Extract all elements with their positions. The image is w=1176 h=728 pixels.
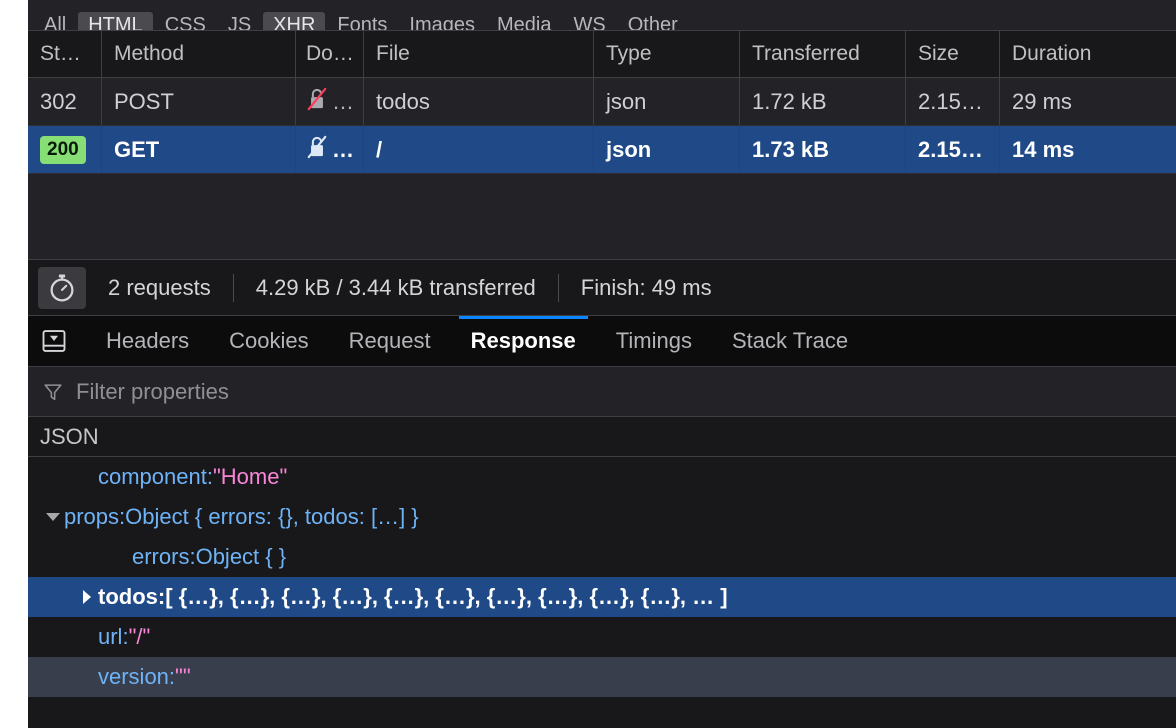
tab-stack-trace[interactable]: Stack Trace: [712, 316, 868, 366]
network-summary-bar: 2 requests 4.29 kB / 3.44 kB transferred…: [28, 260, 1176, 316]
funnel-icon: [42, 381, 64, 403]
status-code: 302: [40, 88, 77, 114]
json-value: Object { errors: {}, todos: […] }: [125, 504, 419, 529]
column-header-transferred[interactable]: Transferred: [740, 31, 906, 77]
cell-domain: …: [296, 126, 364, 173]
network-filter-other[interactable]: Other: [618, 12, 688, 30]
column-header-method[interactable]: Method: [102, 31, 296, 77]
network-filter-xhr[interactable]: XHR: [263, 12, 326, 30]
tab-headers[interactable]: Headers: [86, 316, 209, 366]
json-property-row[interactable]: version: "": [28, 657, 1176, 697]
cell-size: 2.15…: [906, 78, 1000, 125]
json-value: [ {…}, {…}, {…}, {…}, {…}, {…}, {…}, {…}…: [165, 584, 728, 609]
summary-finish-time: Finish: 49 ms: [580, 274, 712, 300]
json-key: errors: [132, 544, 190, 569]
tab-response[interactable]: Response: [451, 316, 596, 366]
network-table-header-row: St… Method Do… File Type Transferred Siz…: [28, 30, 1176, 78]
cell-type: json: [594, 126, 740, 173]
network-type-filter-bar: All HTML CSS JS XHR Fonts Images Media WS Other: [28, 0, 1176, 30]
cell-size: 2.15…: [906, 126, 1000, 173]
page-left-margin: [0, 0, 28, 728]
json-property-row[interactable]: todos: [ {…}, {…}, {…}, {…}, {…}, {…}, {…: [28, 577, 1176, 617]
network-request-row[interactable]: 200 GET … / json 1.73 kB 2.15… 14 ms: [28, 126, 1176, 174]
cell-transferred: 1.72 kB: [740, 78, 906, 125]
cell-duration: 29 ms: [1012, 88, 1072, 114]
network-filter-css[interactable]: CSS: [155, 12, 216, 30]
cell-transferred: 1.73 kB: [740, 126, 906, 173]
json-separator: :: [157, 584, 166, 609]
json-property-row[interactable]: url: "/": [28, 617, 1176, 657]
cell-status: 302: [28, 78, 102, 125]
cell-method: POST: [102, 78, 296, 125]
json-value: "/": [128, 624, 151, 649]
cell-method: GET: [102, 126, 296, 173]
json-key: props: [64, 504, 120, 529]
cell-file: todos: [364, 78, 594, 125]
network-filter-fonts[interactable]: Fonts: [327, 12, 397, 30]
network-filter-js[interactable]: JS: [218, 12, 261, 30]
network-request-table: St… Method Do… File Type Transferred Siz…: [28, 30, 1176, 260]
json-response-viewer: JSON component: "Home" props: Object { er…: [28, 417, 1176, 728]
network-filter-all[interactable]: All: [34, 12, 76, 30]
summary-transferred: 4.29 kB / 3.44 kB transferred: [255, 274, 536, 300]
cell-file: /: [364, 126, 594, 173]
column-header-file[interactable]: File: [364, 31, 594, 77]
insecure-lock-icon: [306, 87, 328, 117]
tab-timings[interactable]: Timings: [596, 316, 712, 366]
cell-domain: …: [296, 78, 364, 125]
json-property-row[interactable]: errors: Object { }: [28, 537, 1176, 577]
column-header-type[interactable]: Type: [594, 31, 740, 77]
toggle-panel-icon[interactable]: [34, 321, 74, 361]
request-detail-tab-bar: Headers Cookies Request Response Timings Stac…: [28, 316, 1176, 367]
status-badge: 200: [40, 135, 86, 164]
properties-filter-input[interactable]: Filter properties: [76, 379, 229, 405]
json-viewer-title: JSON: [28, 417, 1176, 457]
cell-type: json: [594, 78, 740, 125]
json-property-row[interactable]: props: Object { errors: {}, todos: […] }: [28, 497, 1176, 537]
column-header-size[interactable]: Size: [906, 31, 1000, 77]
json-property-row[interactable]: component: "Home": [28, 457, 1176, 497]
network-table-empty-area: [28, 174, 1176, 260]
column-header-duration[interactable]: Duration: [1000, 31, 1176, 77]
json-value: Object { }: [195, 544, 287, 569]
column-header-domain[interactable]: Do…: [296, 31, 364, 77]
network-filter-images[interactable]: Images: [399, 12, 485, 30]
summary-request-count: 2 requests: [108, 274, 211, 300]
insecure-lock-icon: [306, 135, 328, 165]
json-key: url: [98, 624, 123, 649]
cell-status: 200: [28, 126, 102, 173]
column-header-status[interactable]: St…: [28, 31, 102, 77]
devtools-screenshot: All HTML CSS JS XHR Fonts Images Media WS Other S…: [0, 0, 1176, 728]
json-key: component: [98, 464, 207, 489]
tab-cookies[interactable]: Cookies: [209, 316, 328, 366]
cell-domain-truncated: …: [332, 136, 355, 162]
json-value: "": [175, 664, 191, 689]
expand-twisty-open-icon[interactable]: [42, 513, 64, 521]
tab-request[interactable]: Request: [329, 316, 451, 366]
properties-filter-row[interactable]: Filter properties: [28, 367, 1176, 417]
network-filter-ws[interactable]: WS: [564, 12, 616, 30]
json-value: "Home": [212, 464, 288, 489]
network-filter-html[interactable]: HTML: [78, 12, 153, 30]
cell-domain-truncated: …: [332, 88, 355, 114]
cell-duration: 14 ms: [1012, 136, 1075, 162]
json-key: todos: [98, 584, 158, 609]
json-viewer-empty-area: [28, 697, 1176, 728]
network-filter-media[interactable]: Media: [487, 12, 561, 30]
expand-twisty-closed-icon[interactable]: [76, 590, 98, 604]
devtools-network-panel: All HTML CSS JS XHR Fonts Images Media WS Other S…: [28, 0, 1176, 728]
json-key: version: [98, 664, 169, 689]
stopwatch-icon[interactable]: [38, 266, 86, 309]
network-request-row[interactable]: 302 POST … todos json 1.72 kB 2.15… 29 ms: [28, 78, 1176, 126]
